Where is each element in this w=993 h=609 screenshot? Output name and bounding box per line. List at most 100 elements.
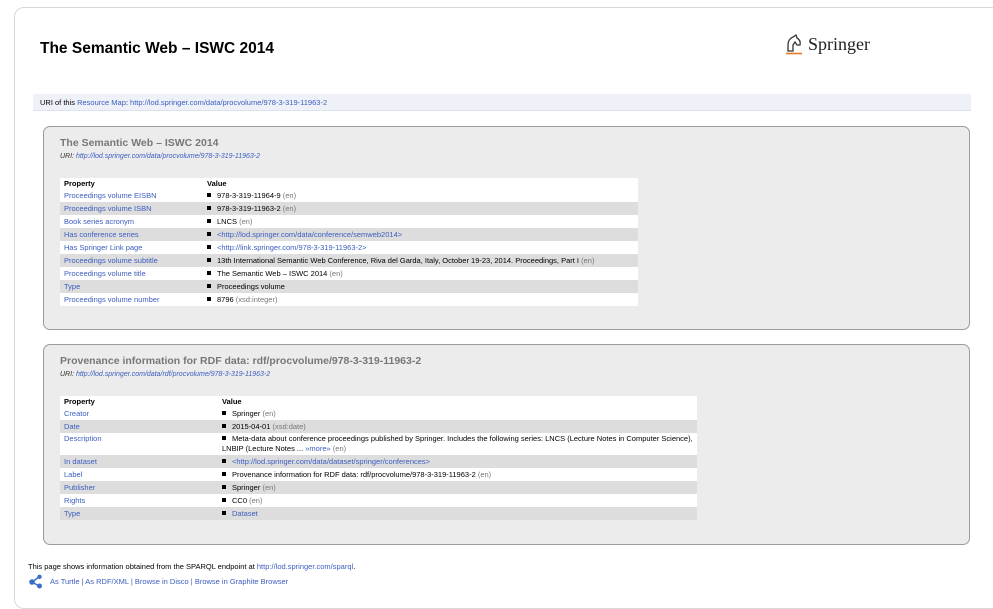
value-text[interactable]: Dataset bbox=[232, 509, 258, 518]
table-row: Proceedings volume ISBN 978-3-319-11963-2… bbox=[60, 202, 638, 215]
property-cell[interactable]: Publisher bbox=[60, 481, 218, 494]
resource-uri-label: URI: bbox=[60, 153, 76, 160]
resource-map-prefix: URI of this bbox=[40, 98, 78, 107]
bullet-icon bbox=[207, 193, 211, 198]
table-row: Proceedings volume number 8796 (xsd:integ… bbox=[60, 293, 638, 306]
table-row: Proceedings volume EISBN 978-3-319-11964-… bbox=[60, 189, 638, 202]
property-cell[interactable]: In dataset bbox=[60, 455, 218, 468]
bullet-icon bbox=[207, 258, 211, 263]
resource-map-link[interactable]: Resource Map bbox=[77, 98, 126, 107]
resource-uri-line: URI: http://lod.springer.com/data/procvo… bbox=[60, 153, 260, 160]
springer-logo-text: Springer bbox=[808, 33, 870, 54]
datatype-label: (en) bbox=[280, 191, 297, 200]
bullet-icon bbox=[222, 424, 226, 429]
bullet-icon bbox=[207, 245, 211, 250]
resource-box: The Semantic Web – ISWC 2014 URI: http:/… bbox=[43, 126, 970, 330]
value-cell: Meta-data about conference proceedings p… bbox=[218, 433, 697, 455]
value-cell: <http://link.springer.com/978-3-319-1196… bbox=[203, 241, 638, 254]
table-row: Proceedings volume subtitle 13th Internat… bbox=[60, 254, 638, 267]
footer-end: . bbox=[353, 562, 356, 571]
resource-map-uri[interactable]: http://lod.springer.com/data/procvolume/… bbox=[130, 98, 327, 107]
property-cell[interactable]: Type bbox=[60, 507, 218, 520]
provenance-uri-line: URI: http://lod.springer.com/data/rdf/pr… bbox=[60, 371, 270, 378]
value-cell: 13th International Semantic Web Conferen… bbox=[203, 254, 638, 267]
bullet-icon bbox=[222, 411, 226, 416]
value-text: Springer bbox=[232, 409, 261, 418]
value-cell: Springer (en) bbox=[218, 407, 697, 420]
datatype-label: (en) bbox=[475, 470, 492, 479]
springer-logo[interactable]: Springer bbox=[784, 33, 870, 55]
value-text: 978-3-319-11964-9 bbox=[217, 191, 281, 200]
datatype-label: (en) bbox=[260, 483, 276, 492]
property-cell[interactable]: Date bbox=[60, 420, 218, 433]
as-rdfxml-link[interactable]: As RDF/XML bbox=[85, 577, 128, 586]
bullet-icon bbox=[207, 232, 211, 237]
bullet-icon bbox=[222, 511, 226, 516]
property-column-header: Property bbox=[60, 178, 203, 189]
table-row: Description Meta-data about conference pr… bbox=[60, 433, 697, 455]
table-row: Has Springer Link page <http://link.sprin… bbox=[60, 241, 638, 254]
table-header-row: Property Value bbox=[60, 178, 638, 189]
value-cell: 2015-04-01 (xsd:date) bbox=[218, 420, 697, 433]
table-row: Rights CC0 (en) bbox=[60, 494, 697, 507]
value-text: Provenance information for RDF data: rdf… bbox=[232, 470, 476, 479]
more-dots: ... bbox=[294, 444, 306, 453]
property-cell[interactable]: Type bbox=[60, 280, 203, 293]
more-link[interactable]: »more» bbox=[305, 444, 330, 453]
browse-disco-link[interactable]: Browse in Disco bbox=[135, 577, 189, 586]
provenance-uri-link[interactable]: http://lod.springer.com/data/rdf/procvol… bbox=[76, 371, 270, 378]
table-row: Proceedings volume title The Semantic Web… bbox=[60, 267, 638, 280]
value-column-header: Value bbox=[203, 178, 638, 189]
value-cell: <http://lod.springer.com/data/dataset/sp… bbox=[218, 455, 697, 468]
value-cell: CC0 (en) bbox=[218, 494, 697, 507]
property-cell[interactable]: Book series acronym bbox=[60, 215, 203, 228]
value-text[interactable]: <http://lod.springer.com/data/conference… bbox=[217, 230, 402, 239]
bullet-icon bbox=[207, 219, 211, 224]
table-row: Has conference series <http://lod.springe… bbox=[60, 228, 638, 241]
share-graph-icon[interactable] bbox=[28, 573, 44, 589]
property-cell[interactable]: Creator bbox=[60, 407, 218, 420]
value-text: The Semantic Web – ISWC 2014 bbox=[217, 269, 328, 278]
property-cell[interactable]: Has conference series bbox=[60, 228, 203, 241]
page-title: The Semantic Web – ISWC 2014 bbox=[40, 40, 275, 57]
value-text: Proceedings volume bbox=[217, 282, 285, 291]
resource-properties-table: Property Value Proceedings volume EISBN 9… bbox=[60, 178, 638, 306]
property-cell[interactable]: Proceedings volume subtitle bbox=[60, 254, 203, 267]
property-cell[interactable]: Label bbox=[60, 468, 218, 481]
bullet-icon bbox=[207, 271, 211, 276]
resource-map-bar: URI of this Resource Map: http://lod.spr… bbox=[33, 94, 971, 111]
datatype-label: (en) bbox=[247, 496, 263, 505]
datatype-label: (en) bbox=[237, 217, 253, 226]
provenance-properties-table: Property Value Creator Springer (en) Date 2… bbox=[60, 396, 697, 520]
property-cell[interactable]: Description bbox=[60, 433, 218, 455]
value-cell: Springer (en) bbox=[218, 481, 697, 494]
property-cell[interactable]: Rights bbox=[60, 494, 218, 507]
value-cell: Provenance information for RDF data: rdf… bbox=[218, 468, 697, 481]
sparql-endpoint-link[interactable]: http://lod.springer.com/sparql bbox=[257, 562, 353, 571]
provenance-table-body: Creator Springer (en) Date 2015-04-01 (xsd:… bbox=[60, 407, 697, 520]
resource-uri-link[interactable]: http://lod.springer.com/data/procvolume/… bbox=[76, 153, 260, 160]
bullet-icon bbox=[207, 206, 211, 211]
bullet-icon bbox=[222, 485, 226, 490]
value-cell: Dataset bbox=[218, 507, 697, 520]
value-text: 13th International Semantic Web Conferen… bbox=[217, 256, 580, 265]
property-cell[interactable]: Proceedings volume title bbox=[60, 267, 203, 280]
value-text: Springer bbox=[232, 483, 261, 492]
as-turtle-link[interactable]: As Turtle bbox=[50, 577, 80, 586]
datatype-label: (en) bbox=[260, 409, 276, 418]
table-row: Label Provenance information for RDF data… bbox=[60, 468, 697, 481]
property-cell[interactable]: Proceedings volume EISBN bbox=[60, 189, 203, 202]
value-text[interactable]: <http://link.springer.com/978-3-319-1196… bbox=[217, 243, 367, 252]
datatype-label: (en) bbox=[330, 444, 347, 453]
value-cell: Proceedings volume bbox=[203, 280, 638, 293]
bullet-icon bbox=[207, 297, 211, 302]
bullet-icon bbox=[222, 459, 226, 464]
browse-graphite-link[interactable]: Browse in Graphite Browser bbox=[195, 577, 288, 586]
table-row: Publisher Springer (en) bbox=[60, 481, 697, 494]
property-cell[interactable]: Proceedings volume number bbox=[60, 293, 203, 306]
value-column-header: Value bbox=[218, 396, 697, 407]
property-cell[interactable]: Has Springer Link page bbox=[60, 241, 203, 254]
property-cell[interactable]: Proceedings volume ISBN bbox=[60, 202, 203, 215]
value-text[interactable]: <http://lod.springer.com/data/dataset/sp… bbox=[232, 457, 430, 466]
footer-note: This page shows information obtained fro… bbox=[28, 562, 355, 571]
